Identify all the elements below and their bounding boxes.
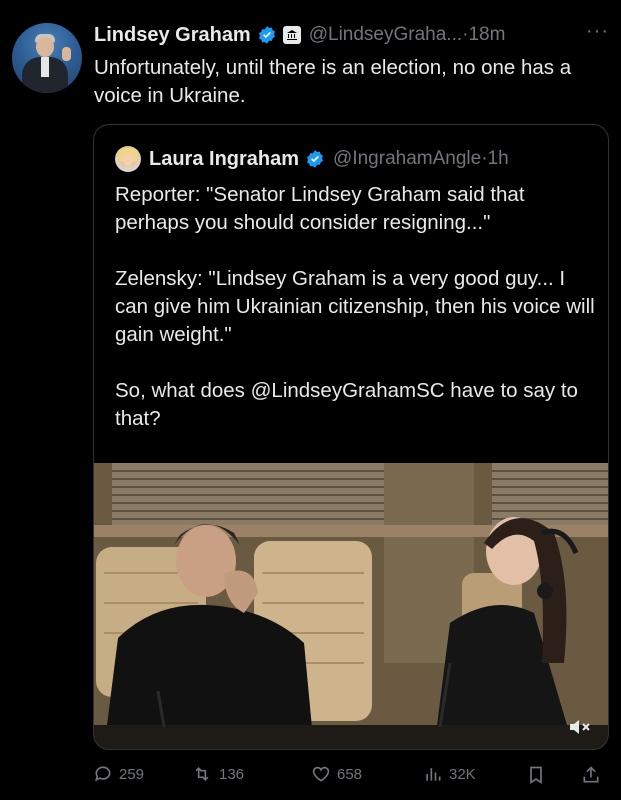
quoted-author-handle[interactable]: @IngrahamAngle·1h: [333, 148, 509, 170]
author-handle-text[interactable]: @LindseyGraha...: [309, 24, 462, 45]
reply-icon: [95, 766, 111, 782]
quoted-paragraph: Reporter: "Senator Lindsey Graham said t…: [115, 183, 525, 234]
tweet-time[interactable]: 18m: [468, 24, 505, 45]
views-chart-icon: [426, 768, 441, 781]
quoted-tweet[interactable]: Laura Ingraham @IngrahamAngle·1h Reporte…: [93, 124, 609, 750]
repost-count: 136: [219, 765, 245, 783]
bookmark-button[interactable]: [526, 764, 552, 786]
quoted-tweet-header: Laura Ingraham @IngrahamAngle·1h: [115, 145, 509, 173]
views-button[interactable]: 32K: [423, 764, 476, 784]
repost-icon: [195, 766, 209, 782]
more-options-icon[interactable]: ···: [586, 20, 609, 43]
quoted-tweet-time[interactable]: 1h: [488, 148, 509, 169]
video-muted-icon[interactable]: [568, 717, 594, 737]
quoted-author-name[interactable]: Laura Ingraham: [149, 148, 299, 171]
quoted-tweet-text: Reporter: "Senator Lindsey Graham said t…: [115, 181, 595, 461]
video-frame: [94, 463, 608, 749]
quoted-paragraph: So, what does @LindseyGrahamSC have to s…: [115, 379, 578, 430]
avatar-shirt: [41, 57, 49, 77]
author-name[interactable]: Lindsey Graham: [94, 24, 251, 47]
author-handle[interactable]: @LindseyGraha...·18m: [309, 24, 506, 46]
like-count: 658: [337, 765, 363, 783]
avatar-hand: [62, 47, 71, 61]
share-icon: [583, 766, 599, 783]
reply-count: 259: [119, 765, 145, 783]
verified-badge-icon: [258, 26, 275, 44]
quoted-handle-text[interactable]: @IngrahamAngle: [333, 148, 481, 169]
verified-badge-icon: [307, 150, 323, 168]
like-button[interactable]: 658: [311, 764, 362, 784]
government-badge-icon: [282, 26, 301, 44]
repost-button[interactable]: 136: [191, 764, 244, 784]
tweet-header: Lindsey Graham @LindseyGraha...·18m: [94, 20, 611, 50]
quoted-avatar-face: [123, 154, 133, 166]
bookmark-icon: [530, 766, 542, 785]
quoted-paragraph: Zelensky: "Lindsey Graham is a very good…: [115, 267, 595, 346]
tweet-text: Unfortunately, until there is an electio…: [94, 56, 572, 107]
view-count: 32K: [449, 765, 476, 783]
heart-icon: [312, 766, 330, 782]
quoted-author-avatar[interactable]: [115, 146, 141, 172]
avatar-face: [36, 37, 54, 57]
author-avatar[interactable]: [12, 23, 82, 93]
share-button[interactable]: [581, 764, 607, 786]
reply-button[interactable]: 259: [93, 764, 144, 784]
tweet-actions: 259 136 658 32K: [93, 764, 607, 788]
quoted-video[interactable]: [94, 463, 608, 749]
